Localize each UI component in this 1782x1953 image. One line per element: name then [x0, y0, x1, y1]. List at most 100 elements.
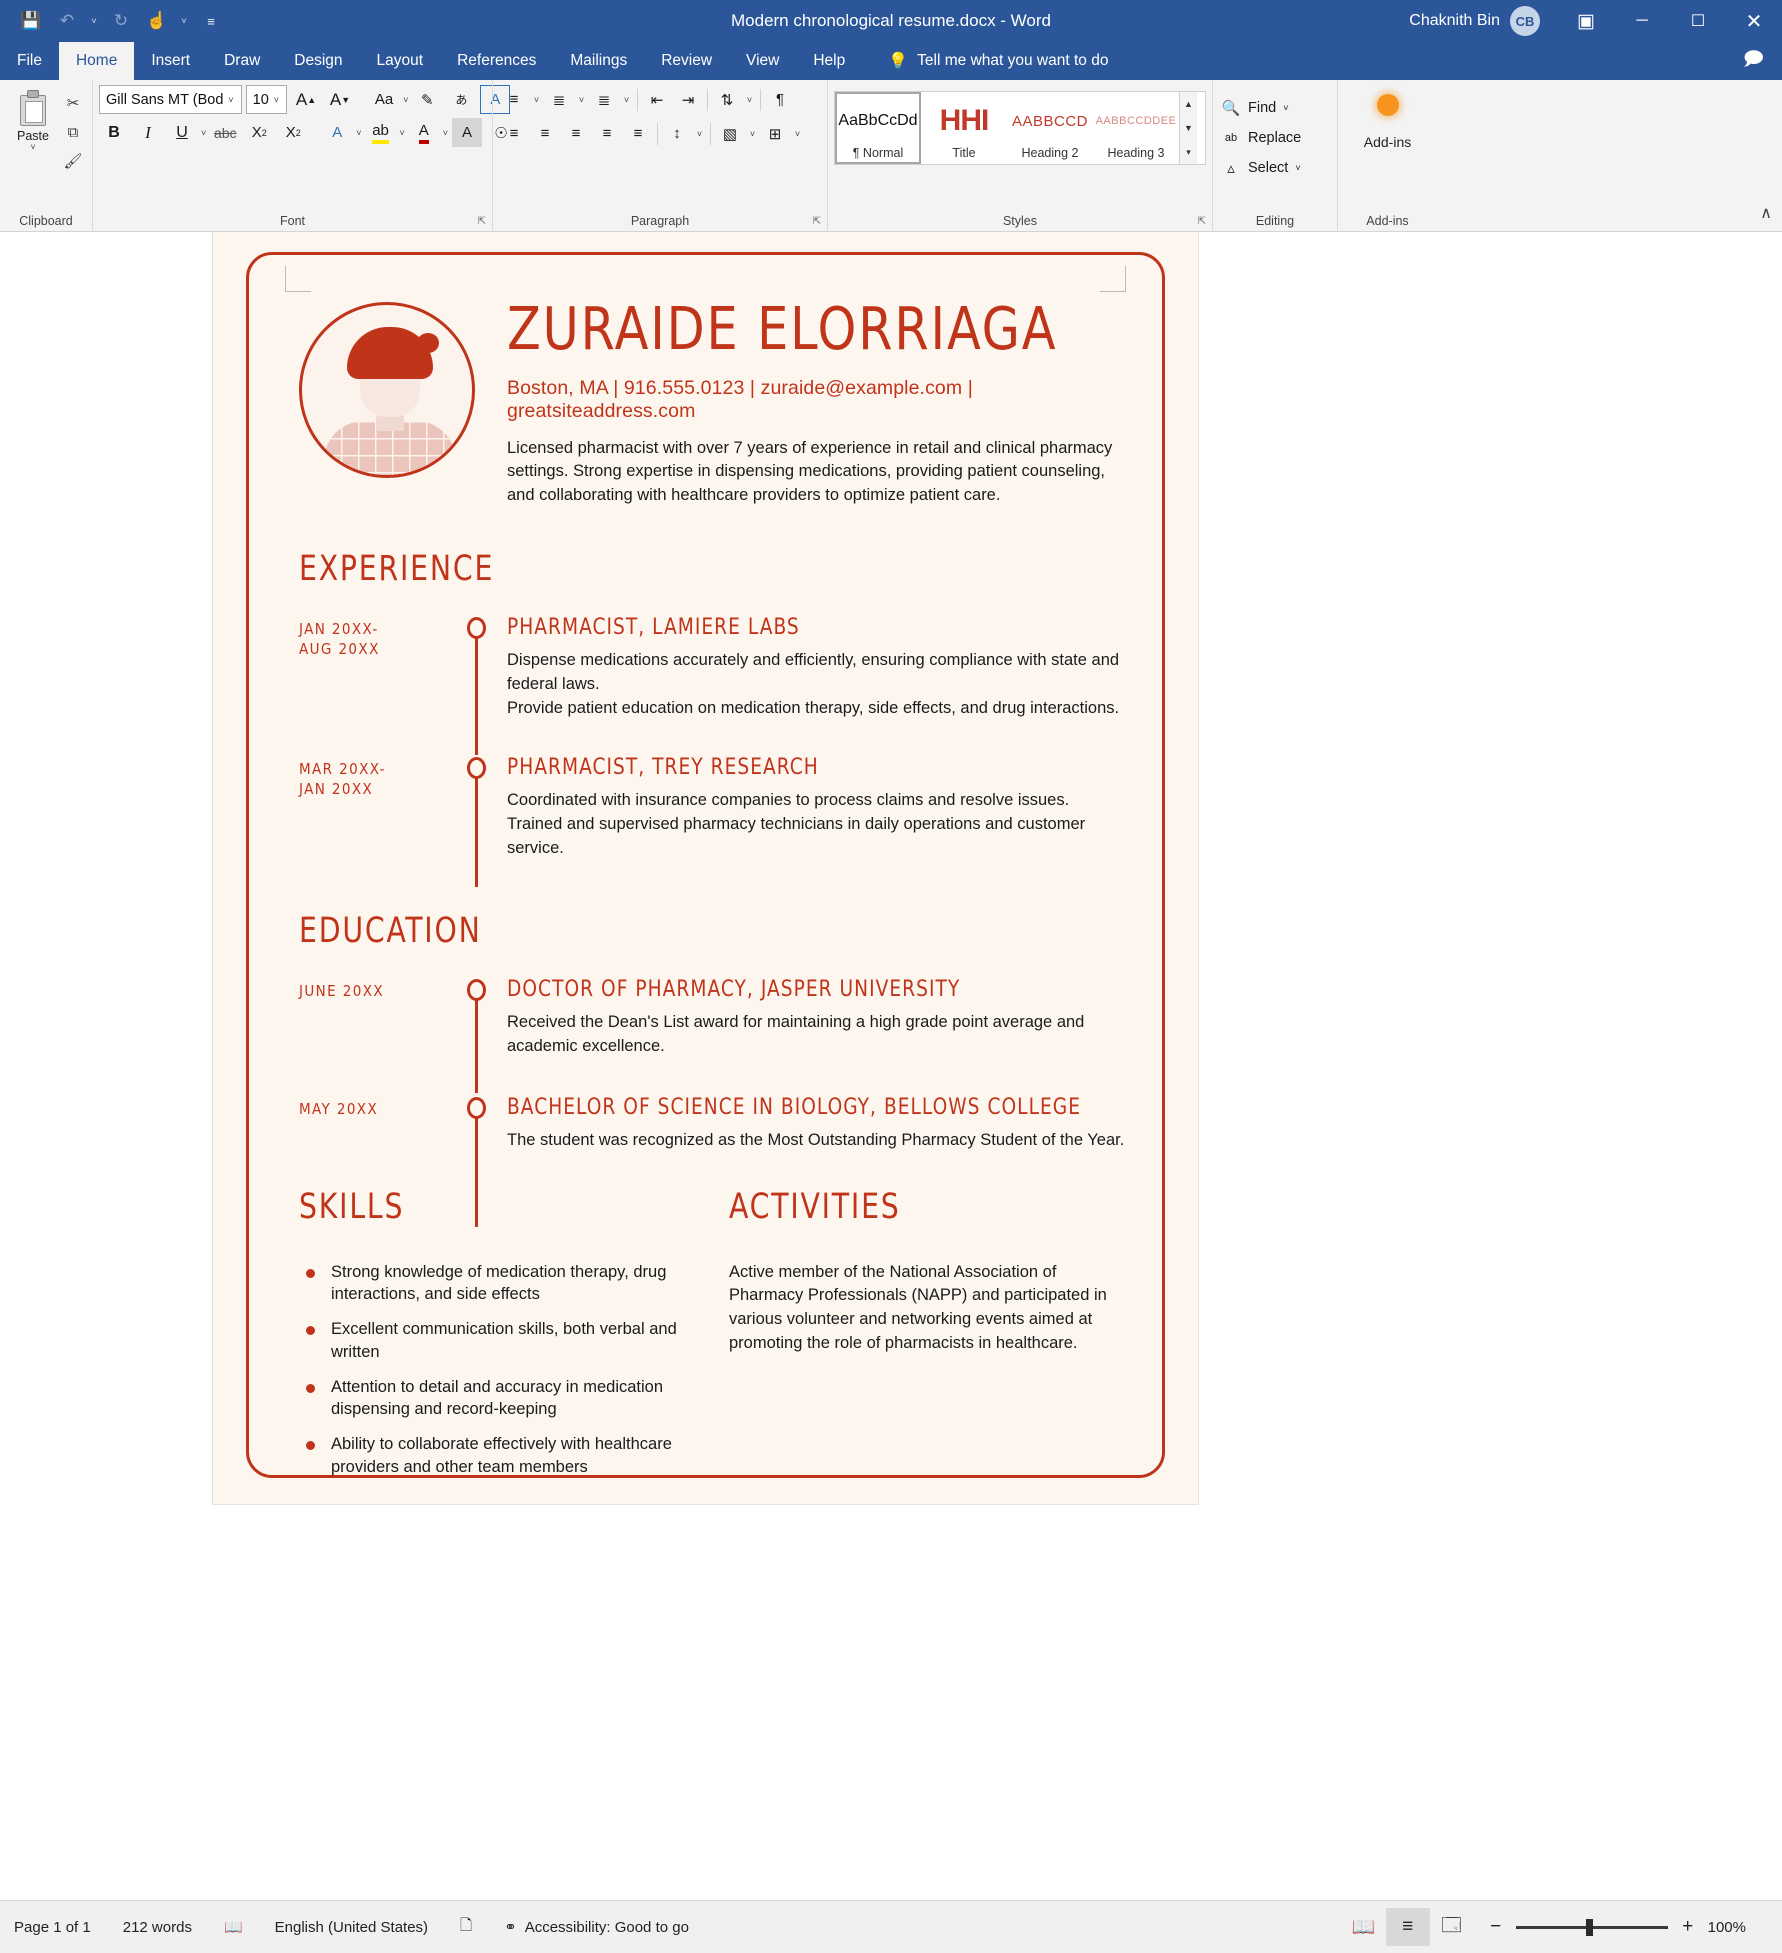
shrink-font-icon[interactable]: A ▼ [325, 85, 355, 114]
copy-icon[interactable]: ⧉ [60, 120, 86, 144]
styles-scroll-down-icon[interactable]: ▼ [1180, 116, 1197, 140]
addins-button-label[interactable]: Add-ins [1364, 134, 1411, 150]
subscript-button[interactable]: X2 [244, 118, 274, 147]
font-color-icon[interactable]: A [409, 118, 439, 147]
accessibility-status[interactable]: ⚭ Accessibility: Good to go [488, 1901, 705, 1953]
line-spacing-icon[interactable]: ↕ [662, 119, 692, 148]
display-settings[interactable]: 🗋 [444, 1901, 488, 1953]
style-title[interactable]: HHI Title [921, 92, 1007, 164]
sort-dropdown-icon[interactable]: ˅ [743, 95, 756, 105]
distributed-icon[interactable]: ≡ [623, 119, 653, 148]
sort-icon[interactable]: ⇅ [712, 85, 742, 114]
multilevel-list-icon[interactable]: ≣ [589, 85, 619, 114]
select-button[interactable]: ▵ Select ˅ [1219, 153, 1331, 183]
touch-mode-dropdown-icon[interactable]: ˅ [176, 5, 192, 37]
show-formatting-marks-icon[interactable]: ¶ [765, 85, 795, 114]
font-size-dropdown-icon[interactable]: ˅ [269, 95, 284, 105]
customize-qat-icon[interactable]: ≡ [194, 5, 228, 37]
maximize-icon[interactable]: ☐ [1670, 0, 1726, 42]
font-color-dropdown-icon[interactable]: ˅ [443, 128, 448, 138]
text-effects-icon[interactable]: A [322, 118, 352, 147]
style-heading-3[interactable]: AABBCCDDEE Heading 3 [1093, 92, 1179, 164]
tab-review[interactable]: Review [644, 42, 729, 80]
bullets-dropdown-icon[interactable]: ˅ [530, 95, 543, 105]
tab-help[interactable]: Help [796, 42, 862, 80]
font-name-dropdown-icon[interactable]: ˅ [223, 95, 238, 105]
find-button[interactable]: 🔍 Find ˅ [1219, 93, 1331, 123]
tab-mailings[interactable]: Mailings [553, 42, 644, 80]
tell-me-search[interactable]: 💡 Tell me what you want to do [888, 42, 1108, 80]
multilevel-dropdown-icon[interactable]: ˅ [620, 95, 633, 105]
text-effects-dropdown-icon[interactable]: ˅ [356, 128, 361, 138]
paste-button[interactable]: Paste ˅ [6, 85, 60, 232]
change-case-dropdown-icon[interactable]: ˅ [403, 95, 408, 105]
tab-design[interactable]: Design [277, 42, 359, 80]
styles-more-icon[interactable]: ▾ [1180, 140, 1197, 164]
grow-font-icon[interactable]: A ▲ [291, 85, 321, 114]
save-icon[interactable]: 💾 [14, 5, 48, 37]
clear-formatting-icon[interactable]: ✎ [412, 85, 442, 114]
highlight-color-icon[interactable]: ab [366, 118, 396, 147]
minimize-icon[interactable]: ─ [1614, 0, 1670, 42]
zoom-in-button[interactable]: + [1680, 1916, 1696, 1938]
styles-scroll-up-icon[interactable]: ▲ [1180, 92, 1197, 116]
collapse-ribbon-icon[interactable]: ∧ [1760, 203, 1772, 223]
styles-dialog-launcher[interactable]: ⇱ [1198, 216, 1206, 227]
line-spacing-dropdown-icon[interactable]: ˅ [693, 129, 706, 139]
zoom-slider-thumb[interactable] [1585, 1919, 1593, 1936]
phonetic-guide-icon[interactable]: あ [446, 85, 476, 114]
bullets-icon[interactable]: ≡ [499, 85, 529, 114]
increase-indent-icon[interactable]: ⇥ [673, 85, 703, 114]
strikethrough-button[interactable]: abc [210, 118, 240, 147]
paste-dropdown-icon[interactable]: ˅ [30, 142, 35, 152]
replace-button[interactable]: ab Replace [1219, 123, 1331, 153]
decrease-indent-icon[interactable]: ⇤ [642, 85, 672, 114]
format-painter-icon[interactable]: 🖌 [60, 149, 86, 173]
align-center-icon[interactable]: ≡ [530, 119, 560, 148]
undo-dropdown-icon[interactable]: ˅ [86, 5, 102, 37]
align-right-icon[interactable]: ≡ [561, 119, 591, 148]
touch-mode-icon[interactable]: ☝ [140, 5, 174, 37]
font-size-input[interactable]: 10 ˅ [245, 85, 288, 114]
web-layout-icon[interactable]: 🗔 [1430, 1908, 1474, 1946]
underline-dropdown-icon[interactable]: ˅ [201, 128, 206, 138]
tab-layout[interactable]: Layout [360, 42, 441, 80]
shading-dropdown-icon[interactable]: ˅ [746, 129, 759, 139]
zoom-level-label[interactable]: 100% [1708, 1919, 1764, 1936]
styles-scrollbar[interactable]: ▲ ▼ ▾ [1179, 92, 1197, 164]
paragraph-dialog-launcher[interactable]: ⇱ [813, 216, 821, 227]
numbering-icon[interactable]: ≣ [544, 85, 574, 114]
font-name-input[interactable]: Gill Sans MT (Bod ˅ [99, 85, 242, 114]
tab-view[interactable]: View [729, 42, 796, 80]
numbering-dropdown-icon[interactable]: ˅ [575, 95, 588, 105]
underline-button[interactable]: U [167, 118, 197, 147]
shading-icon[interactable]: ▧ [715, 119, 745, 148]
addins-icon[interactable] [1376, 94, 1399, 116]
redo-icon[interactable]: ↻ [104, 5, 138, 37]
close-icon[interactable]: ✕ [1726, 0, 1782, 42]
tab-draw[interactable]: Draw [207, 42, 277, 80]
print-layout-icon[interactable]: ≡ [1385, 1908, 1430, 1946]
proofing-status[interactable]: 📖 [208, 1901, 259, 1953]
justify-icon[interactable]: ≡ [592, 119, 622, 148]
tab-references[interactable]: References [440, 42, 553, 80]
zoom-out-button[interactable]: − [1488, 1916, 1504, 1938]
change-case-icon[interactable]: Aa [369, 85, 399, 114]
avatar[interactable]: CB [1510, 6, 1540, 36]
character-shading-icon[interactable]: A [452, 118, 483, 147]
borders-dropdown-icon[interactable]: ˅ [791, 129, 804, 139]
tab-home[interactable]: Home [58, 42, 135, 80]
highlight-dropdown-icon[interactable]: ˅ [400, 128, 405, 138]
word-count[interactable]: 212 words [107, 1901, 208, 1953]
tab-file[interactable]: File [0, 42, 59, 80]
align-left-icon[interactable]: ≡ [499, 119, 529, 148]
document-page[interactable]: ZURAIDE ELORRIAGA Boston, MA | 916.555.0… [213, 232, 1198, 1504]
font-dialog-launcher[interactable]: ⇱ [478, 216, 486, 227]
page-indicator[interactable]: Page 1 of 1 [0, 1901, 107, 1953]
style-normal[interactable]: AaBbCcDd ¶ Normal [835, 92, 921, 164]
zoom-slider[interactable] [1515, 1919, 1668, 1936]
bold-button[interactable]: B [99, 118, 129, 147]
borders-icon[interactable]: ⊞ [760, 119, 790, 148]
undo-icon[interactable]: ↶ [50, 5, 84, 37]
cut-icon[interactable]: ✂ [60, 91, 86, 115]
